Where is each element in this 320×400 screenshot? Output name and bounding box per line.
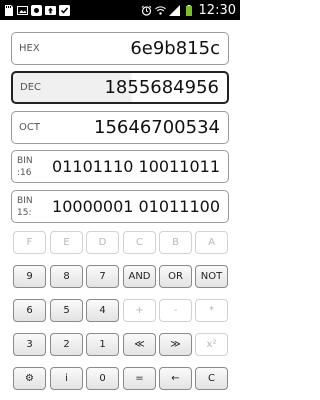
dec-display[interactable]: DEC 1855684956: [11, 71, 229, 104]
key-4[interactable]: 4: [86, 299, 119, 322]
key-and[interactable]: AND: [123, 265, 156, 288]
key-8[interactable]: 8: [50, 265, 83, 288]
key-3[interactable]: 3: [13, 333, 46, 356]
oct-label: OCT: [19, 122, 40, 133]
oct-value: 15646700534: [94, 117, 220, 138]
settings-key[interactable]: ⚙: [13, 367, 46, 390]
dec-value: 1855684956: [104, 77, 219, 98]
key-or[interactable]: OR: [159, 265, 192, 288]
key-clear[interactable]: C: [195, 367, 228, 390]
bin-low-label: BIN 15:: [17, 195, 33, 219]
keypad: F E D C B A 9 8 7 AND OR NOT 6 5 4 + - *…: [11, 231, 229, 395]
key-equals[interactable]: =: [123, 367, 156, 390]
key-7[interactable]: 7: [86, 265, 119, 288]
key-a[interactable]: A: [195, 231, 228, 254]
key-b[interactable]: B: [159, 231, 192, 254]
key-not[interactable]: NOT: [195, 265, 228, 288]
bin-high-label-line2: :16: [17, 168, 32, 178]
bin-high-label: BIN :16: [17, 155, 33, 179]
key-9[interactable]: 9: [13, 265, 46, 288]
clock: 12:30: [198, 2, 236, 18]
key-info[interactable]: i: [50, 367, 83, 390]
image-icon: [17, 5, 28, 15]
key-6[interactable]: 6: [13, 299, 46, 322]
key-minus[interactable]: -: [159, 299, 192, 322]
upload-icon: [45, 5, 56, 15]
key-shift-left[interactable]: ≪: [123, 333, 156, 356]
sd-card-icon: [5, 4, 13, 16]
key-f[interactable]: F: [13, 231, 46, 254]
bin-low-label-line1: BIN: [17, 196, 33, 206]
check-icon: [59, 4, 70, 16]
hex-label: HEX: [19, 43, 40, 54]
key-e[interactable]: E: [50, 231, 83, 254]
dec-label: DEC: [20, 82, 42, 93]
key-backspace[interactable]: ←: [159, 367, 192, 390]
wifi-icon: [154, 5, 166, 15]
key-plus[interactable]: +: [123, 299, 156, 322]
key-5[interactable]: 5: [50, 299, 83, 322]
bin-high-value: 01101110 10011011: [52, 157, 220, 176]
key-square[interactable]: x²: [195, 333, 228, 356]
key-0[interactable]: 0: [86, 367, 119, 390]
key-c-hex[interactable]: C: [123, 231, 156, 254]
hex-display[interactable]: HEX 6e9b815c: [11, 32, 229, 65]
key-1[interactable]: 1: [86, 333, 119, 356]
oct-display[interactable]: OCT 15646700534: [11, 111, 229, 144]
bin-low-value: 10000001 01011100: [52, 197, 220, 216]
hex-value: 6e9b815c: [130, 38, 220, 59]
bin-high-label-line1: BIN: [17, 156, 33, 166]
status-bar: 12:30: [0, 0, 240, 20]
key-2[interactable]: 2: [50, 333, 83, 356]
signal-icon: [168, 4, 180, 16]
notification-icons: [3, 4, 70, 16]
key-d[interactable]: D: [86, 231, 119, 254]
system-icons: 12:30: [141, 3, 236, 18]
battery-icon: [185, 4, 192, 16]
bin-high-display[interactable]: BIN :16 01101110 10011011: [11, 150, 229, 183]
key-multiply[interactable]: *: [195, 299, 228, 322]
alarm-icon: [141, 5, 151, 16]
key-shift-right[interactable]: ≫: [159, 333, 192, 356]
bin-low-label-line2: 15:: [17, 208, 32, 218]
bin-low-display[interactable]: BIN 15: 10000001 01011100: [11, 190, 229, 223]
ooyala-icon: [31, 4, 42, 16]
